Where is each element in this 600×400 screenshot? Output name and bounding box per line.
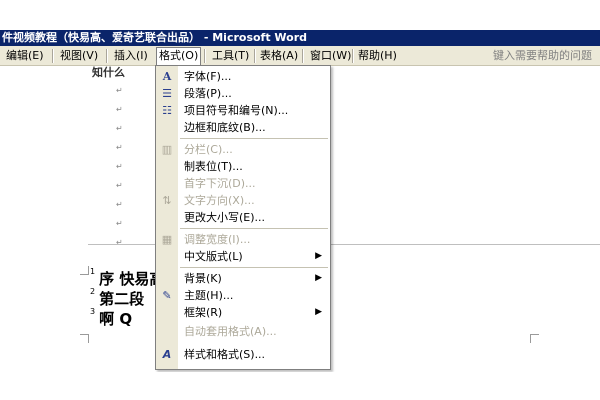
menu-item-label: 文字方向(X)...: [184, 194, 255, 207]
menu-item-label: 中文版式(L): [184, 250, 243, 263]
submenu-arrow-icon: ▶: [315, 251, 322, 261]
title-bar: 件视频教程（快易高、爱奇艺联合出品） - Microsoft Word: [0, 30, 600, 46]
fit-width-icon: ▦: [161, 233, 173, 246]
menu-tools[interactable]: 工具(T): [210, 48, 251, 64]
footnote-number: 3: [90, 307, 96, 316]
document-top-text: 知什么: [92, 66, 125, 79]
footnote-1: 1序 快易高: [90, 267, 164, 289]
menu-separator: [302, 49, 304, 63]
menu-item-paragraph[interactable]: ☰ 段落(P)...: [156, 85, 330, 102]
menu-item-label: 框架(R): [184, 306, 223, 319]
margin-corner-mark: [80, 266, 89, 275]
paragraph-mark: ↵: [116, 105, 123, 114]
menu-item-label: 更改大小写(E)...: [184, 211, 266, 224]
menu-separator: [106, 49, 108, 63]
menu-item-label: 项目符号和编号(N)...: [184, 104, 289, 117]
menu-item-change-case[interactable]: 更改大小写(E)...: [156, 209, 330, 226]
paragraph-mark: ↵: [116, 200, 123, 209]
submenu-arrow-icon: ▶: [315, 273, 322, 283]
menu-separator: [180, 228, 328, 229]
menu-item-label: 自动套用格式(A)...: [184, 325, 277, 338]
menu-item-label: 分栏(C)...: [184, 143, 233, 156]
menu-item-background[interactable]: 背景(K) ▶: [156, 270, 330, 287]
menu-item-label: 段落(P)...: [184, 87, 232, 100]
text-direction-icon: ⇅: [162, 194, 172, 207]
menu-item-tabs[interactable]: 制表位(T)...: [156, 158, 330, 175]
format-dropdown-menu: A 字体(F)... ☰ 段落(P)... ☷ 项目符号和编号(N)... 边框…: [155, 65, 331, 370]
paragraph-mark: ↵: [116, 124, 123, 133]
menu-separator: [352, 49, 354, 63]
menu-insert[interactable]: 插入(I): [112, 48, 150, 64]
menu-item-theme[interactable]: ✎ 主题(H)...: [156, 287, 330, 304]
menu-edit[interactable]: 编辑(E): [4, 48, 46, 64]
menu-item-styles-formatting[interactable]: A 样式和格式(S)...: [156, 346, 330, 363]
menu-item-text-direction[interactable]: ⇅ 文字方向(X)...: [156, 192, 330, 209]
menu-item-frames[interactable]: 框架(R) ▶: [156, 304, 330, 321]
paragraph-icon: ☰: [162, 87, 172, 100]
menu-item-label: 样式和格式(S)...: [184, 348, 266, 361]
menu-item-label: 制表位(T)...: [184, 160, 243, 173]
bullets-icon: ☷: [162, 104, 172, 117]
bottom-area: [0, 372, 600, 400]
menu-table[interactable]: 表格(A): [258, 48, 300, 64]
footnote-2: 2 第二段: [90, 287, 145, 309]
menu-item-bullets-numbering[interactable]: ☷ 项目符号和编号(N)...: [156, 102, 330, 119]
menu-item-label: 首字下沉(D)...: [184, 177, 256, 190]
footnote-number: 2: [90, 287, 96, 296]
menu-separator: [180, 267, 328, 268]
menu-item-font[interactable]: A 字体(F)...: [156, 68, 330, 85]
menu-view[interactable]: 视图(V): [58, 48, 100, 64]
footnote-text: 第二段: [99, 290, 145, 308]
menu-separator: [180, 138, 328, 139]
font-icon: A: [162, 70, 172, 83]
menu-item-label: 字体(F)...: [184, 70, 232, 83]
footnote-3: 3啊 Q: [90, 307, 133, 329]
menu-item-fit-width[interactable]: ▦ 调整宽度(I)...: [156, 231, 330, 248]
menu-format[interactable]: 格式(O): [156, 47, 202, 66]
menu-item-columns[interactable]: ▥ 分栏(C)...: [156, 141, 330, 158]
paragraph-mark: ↵: [116, 238, 123, 247]
paragraph-mark: ↵: [116, 219, 123, 228]
menu-item-autoformat[interactable]: 自动套用格式(A)...: [156, 323, 330, 340]
menu-item-label: 背景(K): [184, 272, 222, 285]
menu-item-label: 主题(H)...: [184, 289, 234, 302]
menu-item-drop-cap[interactable]: 首字下沉(D)...: [156, 175, 330, 192]
menu-separator: [254, 49, 256, 63]
menu-item-label: 边框和底纹(B)...: [184, 121, 266, 134]
margin-corner-mark: [530, 334, 539, 343]
margin-corner-mark: [80, 334, 89, 343]
paragraph-mark: ↵: [116, 181, 123, 190]
paragraph-mark: ↵: [116, 86, 123, 95]
paragraph-mark: ↵: [116, 162, 123, 171]
menu-item-asian-layout[interactable]: 中文版式(L) ▶: [156, 248, 330, 265]
footnote-text: 啊 Q: [99, 310, 133, 328]
menu-item-borders-shading[interactable]: 边框和底纹(B)...: [156, 119, 330, 136]
menu-item-label: 调整宽度(I)...: [184, 233, 251, 246]
paragraph-mark: ↵: [116, 143, 123, 152]
submenu-arrow-icon: ▶: [315, 307, 322, 317]
footnote-number: 1: [90, 267, 96, 276]
styles-icon: A: [162, 348, 172, 361]
help-question-input[interactable]: 键入需要帮助的问题: [493, 49, 592, 63]
menu-help[interactable]: 帮助(H): [356, 48, 399, 64]
menu-window[interactable]: 窗口(W): [308, 48, 353, 64]
theme-icon: ✎: [162, 289, 172, 302]
menu-bar: 编辑(E) 视图(V) 插入(I) 格式(O) 工具(T) 表格(A) 窗口(W…: [0, 46, 600, 66]
window-title: 件视频教程（快易高、爱奇艺联合出品） - Microsoft Word: [2, 31, 308, 44]
menu-separator: [52, 49, 54, 63]
menu-separator: [204, 49, 206, 63]
columns-icon: ▥: [161, 143, 173, 156]
